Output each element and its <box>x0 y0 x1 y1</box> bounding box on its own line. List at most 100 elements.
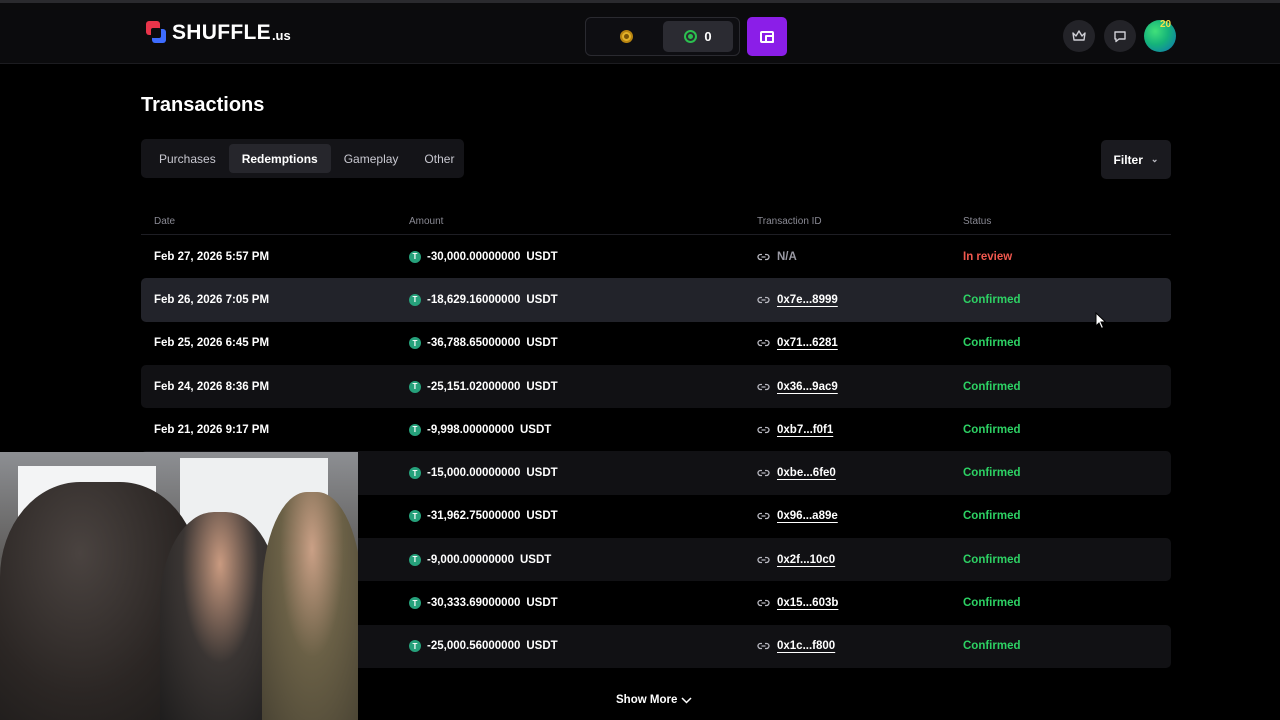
tab-purchases[interactable]: Purchases <box>146 144 229 173</box>
row-date: Feb 21, 2026 9:17 PM <box>154 423 270 436</box>
logo-suffix: .us <box>271 28 291 43</box>
transaction-id-link[interactable]: 0x15...603b <box>777 597 838 609</box>
row-amount: T -31,962.75000000 USDT <box>409 510 757 523</box>
row-date: Feb 27, 2026 5:57 PM <box>154 250 270 263</box>
row-date: Feb 26, 2026 7:05 PM <box>154 293 270 306</box>
status-badge: Confirmed <box>963 380 1021 393</box>
row-amount: T -9,998.00000000 USDT <box>409 423 757 436</box>
page-title: Transactions <box>141 94 265 116</box>
amount-value: -36,788.65000000 <box>427 337 521 350</box>
tab-redemptions[interactable]: Redemptions <box>228 144 331 173</box>
tether-icon: T <box>409 337 421 350</box>
transaction-id-link[interactable]: 0x96...a89e <box>777 510 838 522</box>
amount-currency: USDT <box>526 467 558 480</box>
chat-button[interactable] <box>1104 20 1136 52</box>
row-transaction-id: 0x96...a89e <box>757 509 963 523</box>
row-transaction-id: 0x15...603b <box>757 596 963 610</box>
row-date: Feb 25, 2026 6:45 PM <box>154 337 270 350</box>
wallet-icon <box>760 30 774 43</box>
row-date: Feb 24, 2026 8:36 PM <box>154 380 270 393</box>
amount-currency: USDT <box>519 553 552 566</box>
table-row[interactable]: Feb 26, 2026 7:05 PM T -18,629.16000000 USD… <box>141 278 1171 322</box>
amount-currency: USDT <box>526 510 558 523</box>
link-icon <box>757 250 771 264</box>
status-badge: Confirmed <box>963 293 1021 306</box>
tether-icon: T <box>409 597 421 610</box>
amount-currency: USDT <box>526 293 558 306</box>
amount-value: -15,000.00000000 <box>427 467 521 480</box>
link-icon <box>757 509 771 523</box>
status-badge: Confirmed <box>963 597 1021 610</box>
link-icon <box>757 336 771 350</box>
row-amount: T -25,000.56000000 USDT <box>409 640 757 653</box>
tether-icon: T <box>409 380 421 393</box>
row-amount: T -18,629.16000000 USDT <box>409 293 757 306</box>
column-header-date: Date <box>154 215 176 227</box>
row-amount: T -30,000.00000000 USDT <box>409 250 757 263</box>
tab-gameplay[interactable]: Gameplay <box>331 144 412 173</box>
amount-currency: USDT <box>526 337 558 350</box>
transaction-id-link[interactable]: 0x1c...f800 <box>777 640 835 652</box>
status-badge: Confirmed <box>963 510 1021 523</box>
transaction-id-text: N/A <box>777 250 797 263</box>
row-amount: T -9,000.00000000 USDT <box>409 553 757 566</box>
chevron-down-icon <box>681 696 692 704</box>
wallet-button[interactable] <box>747 17 787 56</box>
transaction-id-link[interactable]: 0x71...6281 <box>777 337 838 349</box>
amount-currency: USDT <box>526 640 558 653</box>
amount-value: -9,998.00000000 <box>427 423 514 436</box>
row-transaction-id: 0x36...9ac9 <box>757 380 963 394</box>
show-more-button[interactable]: Show More <box>616 694 692 706</box>
tether-icon: T <box>409 640 421 653</box>
table-row[interactable]: Feb 24, 2026 8:36 PM T -25,151.02000000 USD… <box>141 364 1171 409</box>
link-icon <box>757 553 771 567</box>
amount-value: -30,333.69000000 <box>427 597 521 610</box>
logo-text: SHUFFLE <box>172 21 271 44</box>
amount-value: -18,629.16000000 <box>427 293 521 306</box>
column-header-status: Status <box>963 215 992 227</box>
row-amount: T -25,151.02000000 USDT <box>409 380 757 393</box>
table-row[interactable]: Feb 25, 2026 6:45 PM T -36,788.65000000 USD… <box>141 322 1171 365</box>
transaction-id-link[interactable]: 0x2f...10c0 <box>777 554 835 566</box>
amount-currency: USDT <box>526 597 558 610</box>
row-transaction-id: 0x2f...10c0 <box>757 553 963 567</box>
amount-currency: USDT <box>526 380 558 393</box>
amount-currency: USDT <box>526 250 558 263</box>
top-navbar: SHUFFLE .us 0 20 <box>0 0 1280 64</box>
shuffle-logo[interactable]: SHUFFLE .us <box>146 21 291 45</box>
column-header-amount: Amount <box>409 215 444 227</box>
link-icon <box>757 380 771 394</box>
row-amount: T -30,333.69000000 USDT <box>409 597 757 610</box>
transaction-id-link[interactable]: 0x7e...8999 <box>777 294 838 306</box>
link-icon <box>757 596 771 610</box>
row-amount: T -36,788.65000000 USDT <box>409 337 757 350</box>
amount-value: -30,000.00000000 <box>427 250 521 263</box>
rewards-button[interactable] <box>1063 20 1095 52</box>
balance-value: 0 <box>704 29 712 44</box>
crown-icon <box>1072 30 1086 41</box>
tether-icon: T <box>409 293 421 306</box>
table-row[interactable]: Feb 21, 2026 9:17 PM T -9,998.00000000 USDT… <box>141 408 1171 451</box>
row-amount: T -15,000.00000000 USDT <box>409 467 757 480</box>
gold-coin-toggle[interactable] <box>589 21 663 52</box>
column-header-transaction-id: Transaction ID <box>757 215 822 227</box>
gold-coin-icon <box>619 30 633 43</box>
filter-button[interactable]: Filter ⌄ <box>1101 140 1171 179</box>
tab-other[interactable]: Other <box>411 144 467 173</box>
transaction-id-link[interactable]: 0xb7...f0f1 <box>777 424 833 436</box>
table-row[interactable]: Feb 27, 2026 5:57 PM T -30,000.00000000 USD… <box>141 235 1171 278</box>
row-transaction-id: 0xb7...f0f1 <box>757 423 963 437</box>
show-more-label: Show More <box>616 694 678 706</box>
tether-icon: T <box>409 250 421 263</box>
tether-icon: T <box>409 553 421 566</box>
amount-value: -31,962.75000000 <box>427 510 521 523</box>
vip-level-badge: 20 <box>1160 19 1172 30</box>
status-badge: Confirmed <box>963 640 1021 653</box>
status-badge: Confirmed <box>963 553 1021 566</box>
link-icon <box>757 423 771 437</box>
tether-icon: T <box>409 467 421 480</box>
transaction-id-link[interactable]: 0x36...9ac9 <box>777 381 838 393</box>
sweeps-coin-balance[interactable]: 0 <box>663 21 733 52</box>
filter-label: Filter <box>1113 152 1143 167</box>
transaction-id-link[interactable]: 0xbe...6fe0 <box>777 467 836 479</box>
